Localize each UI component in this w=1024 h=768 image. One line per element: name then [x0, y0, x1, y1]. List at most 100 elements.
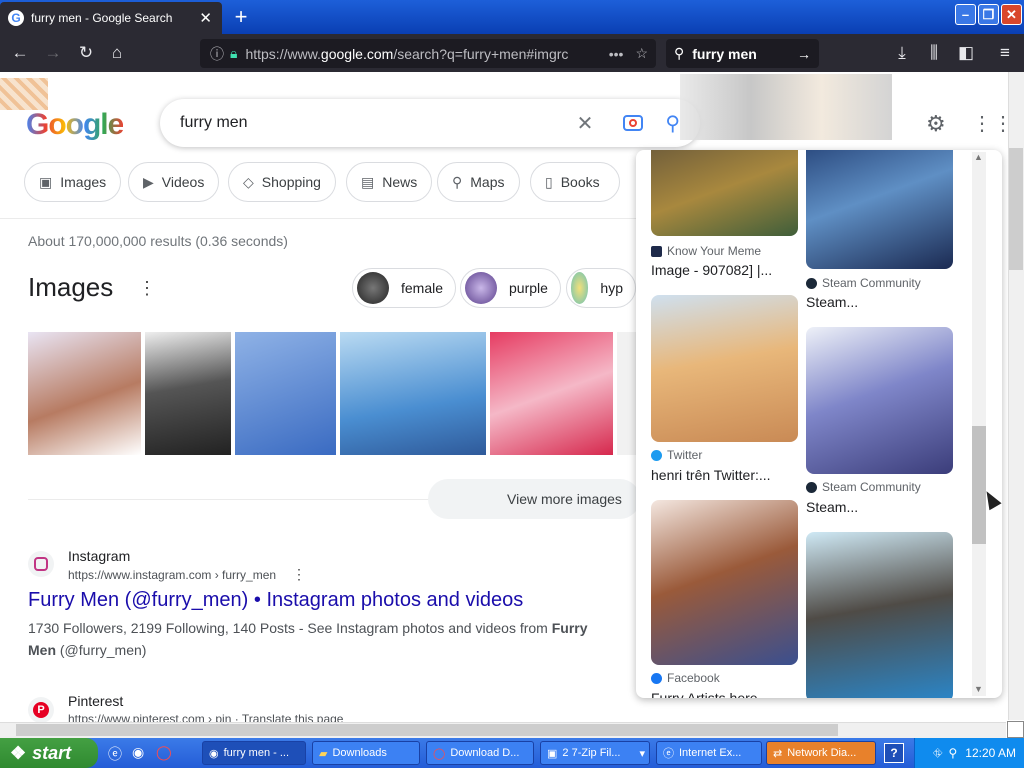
taskbar-button-download-dialog[interactable]: ◯ Download D... — [426, 741, 534, 765]
search-input[interactable]: furry men ✕ ⚲ — [160, 99, 700, 147]
back-icon[interactable]: ← — [9, 43, 31, 63]
windows-flag-icon: ❖ — [10, 742, 27, 763]
url-prefix: https://www. — [245, 45, 321, 62]
url-rest: /search?q=furry+men#imgrc — [393, 45, 569, 62]
steam-icon — [806, 277, 817, 289]
start-button[interactable]: ❖ start — [0, 738, 98, 768]
view-more-images-button[interactable]: View more images — [428, 479, 640, 519]
image-thumbnail[interactable] — [490, 332, 613, 455]
scroll-down-icon[interactable]: ▼ — [974, 684, 983, 694]
viewer-source: Twitter — [651, 448, 702, 462]
image-thumbnail[interactable] — [235, 332, 336, 455]
search-tray-icon[interactable]: ⚲ — [949, 746, 958, 760]
menu-icon[interactable]: ≡ — [994, 43, 1016, 63]
book-icon: ▯ — [545, 173, 553, 190]
chip-videos[interactable]: ▶ Videos — [128, 162, 220, 202]
google-logo[interactable]: Google — [26, 108, 124, 142]
news-icon: ▤ — [361, 173, 375, 190]
downloads-icon[interactable]: ⤓ — [891, 43, 913, 63]
bookmark-star-icon[interactable]: ☆ — [635, 45, 648, 62]
opera-quicklaunch-icon[interactable]: ◯ — [156, 744, 172, 761]
more-options-icon[interactable]: ⋮ — [138, 278, 156, 299]
taskbar-button-firefox[interactable]: ◉ furry men - ... — [202, 741, 306, 765]
image-thumbnail[interactable] — [340, 332, 486, 455]
viewer-scroll-thumb[interactable] — [972, 426, 986, 544]
firefox-quicklaunch-icon[interactable]: ◉ — [132, 744, 144, 761]
viewer-source: Steam Community — [806, 276, 921, 290]
search-bar-text: furry men — [692, 45, 757, 62]
viewer-scrollbar[interactable] — [972, 152, 986, 696]
new-tab-icon[interactable]: + — [230, 4, 252, 30]
image-icon: ▣ — [39, 173, 53, 190]
tab-title: furry men - Google Search — [31, 11, 173, 25]
viewer-image[interactable] — [806, 327, 953, 474]
home-icon[interactable]: ⌂ — [106, 43, 128, 63]
scroll-up-icon[interactable]: ▲ — [974, 152, 983, 162]
close-tab-icon[interactable]: ✕ — [199, 9, 212, 27]
forward-icon[interactable]: → — [42, 43, 64, 63]
chip-images[interactable]: ▣ Images — [24, 162, 122, 202]
browser-search-bar[interactable]: ⚲ furry men → — [666, 39, 819, 68]
scroll-corner — [1007, 721, 1024, 738]
lock-icon: 🔒︎ — [230, 45, 238, 61]
camera-icon[interactable] — [623, 115, 644, 131]
search-icon[interactable]: ⚲ — [665, 111, 680, 136]
info-icon[interactable]: ⓘ — [210, 44, 224, 64]
chip-maps[interactable]: ⚲ Maps — [437, 162, 520, 202]
taskbar-button-network[interactable]: ⇄ Network Dia... — [766, 741, 876, 765]
minimize-icon[interactable]: – — [955, 4, 976, 25]
viewer-image[interactable] — [806, 532, 953, 698]
viewer-title[interactable]: Furry Artists here... — [651, 690, 769, 698]
viewer-image[interactable] — [651, 150, 798, 236]
browser-tab[interactable]: G furry men - Google Search ✕ — [0, 2, 222, 34]
image-thumbnail[interactable] — [28, 332, 141, 455]
clock[interactable]: 12:20 AM — [965, 746, 1016, 760]
taskbar-button-7zip[interactable]: ▣ 2 7-Zip Fil... ▾ — [540, 741, 650, 765]
network-tray-icon[interactable]: ⛗ — [933, 746, 943, 761]
reload-icon[interactable]: ↻ — [75, 43, 97, 63]
folder-icon: ▰ — [319, 747, 328, 760]
system-tray: ⛗ ⚲ 12:20 AM — [914, 738, 1024, 768]
viewer-title[interactable]: Steam... — [806, 499, 858, 515]
firefox-icon: ◉ — [209, 747, 219, 760]
go-arrow-icon[interactable]: → — [797, 46, 811, 62]
doodle-image — [680, 74, 892, 140]
url-bar[interactable]: ⓘ 🔒︎ https://www. google.com/search?q=fur… — [200, 39, 656, 68]
result-url: https://www.instagram.com › furry_men — [68, 568, 277, 582]
viewer-image[interactable] — [651, 295, 798, 442]
doodle-decoration — [0, 78, 48, 110]
restore-icon[interactable]: ❐ — [978, 4, 999, 25]
result-title-link[interactable]: Furry Men (@furry_men) • Instagram photo… — [28, 589, 523, 612]
pill-purple[interactable]: purple — [460, 268, 561, 308]
image-thumbnail[interactable] — [145, 332, 231, 455]
taskbar-button-ie[interactable]: ⓔ Internet Ex... — [656, 741, 762, 765]
knowyourmeme-icon — [651, 245, 662, 257]
taskbar-button-downloads[interactable]: ▰ Downloads — [312, 741, 420, 765]
viewer-title[interactable]: Steam... — [806, 294, 858, 310]
help-icon[interactable]: ? — [884, 743, 904, 763]
page-actions-icon[interactable]: ••• — [609, 46, 624, 62]
settings-gear-icon[interactable]: ⚙ — [926, 111, 946, 137]
page-scroll-thumb[interactable] — [1009, 148, 1023, 270]
image-viewer-panel: Know Your Meme Image - 907082] |... Stea… — [636, 150, 1002, 698]
ie-icon: ⓔ — [663, 748, 674, 760]
viewer-title[interactable]: henri trên Twitter:... — [651, 467, 771, 483]
close-window-icon[interactable]: ✕ — [1001, 4, 1022, 25]
ie-quicklaunch-icon[interactable]: ⓔ — [108, 744, 122, 764]
library-icon[interactable]: ⫼ — [923, 43, 945, 63]
horizontal-scroll-thumb[interactable] — [16, 724, 838, 736]
search-query: furry men — [180, 114, 248, 131]
sidebar-icon[interactable]: ◧ — [955, 43, 977, 63]
image-thumbnail[interactable] — [617, 332, 637, 455]
viewer-image[interactable] — [651, 500, 798, 665]
result-menu-icon[interactable]: ⋮ — [292, 566, 306, 583]
pill-hyp[interactable]: hyp — [566, 268, 636, 308]
viewer-title[interactable]: Image - 907082] |... — [651, 262, 772, 278]
clear-icon[interactable]: ✕ — [577, 111, 594, 136]
chip-shopping[interactable]: ◇ Shopping — [228, 162, 336, 202]
viewer-image[interactable] — [806, 150, 953, 269]
chip-books[interactable]: ▯ Books — [530, 162, 620, 202]
pill-female[interactable]: female — [352, 268, 457, 308]
chip-news[interactable]: ▤ News — [346, 162, 433, 202]
pill-thumbnail — [357, 272, 389, 304]
